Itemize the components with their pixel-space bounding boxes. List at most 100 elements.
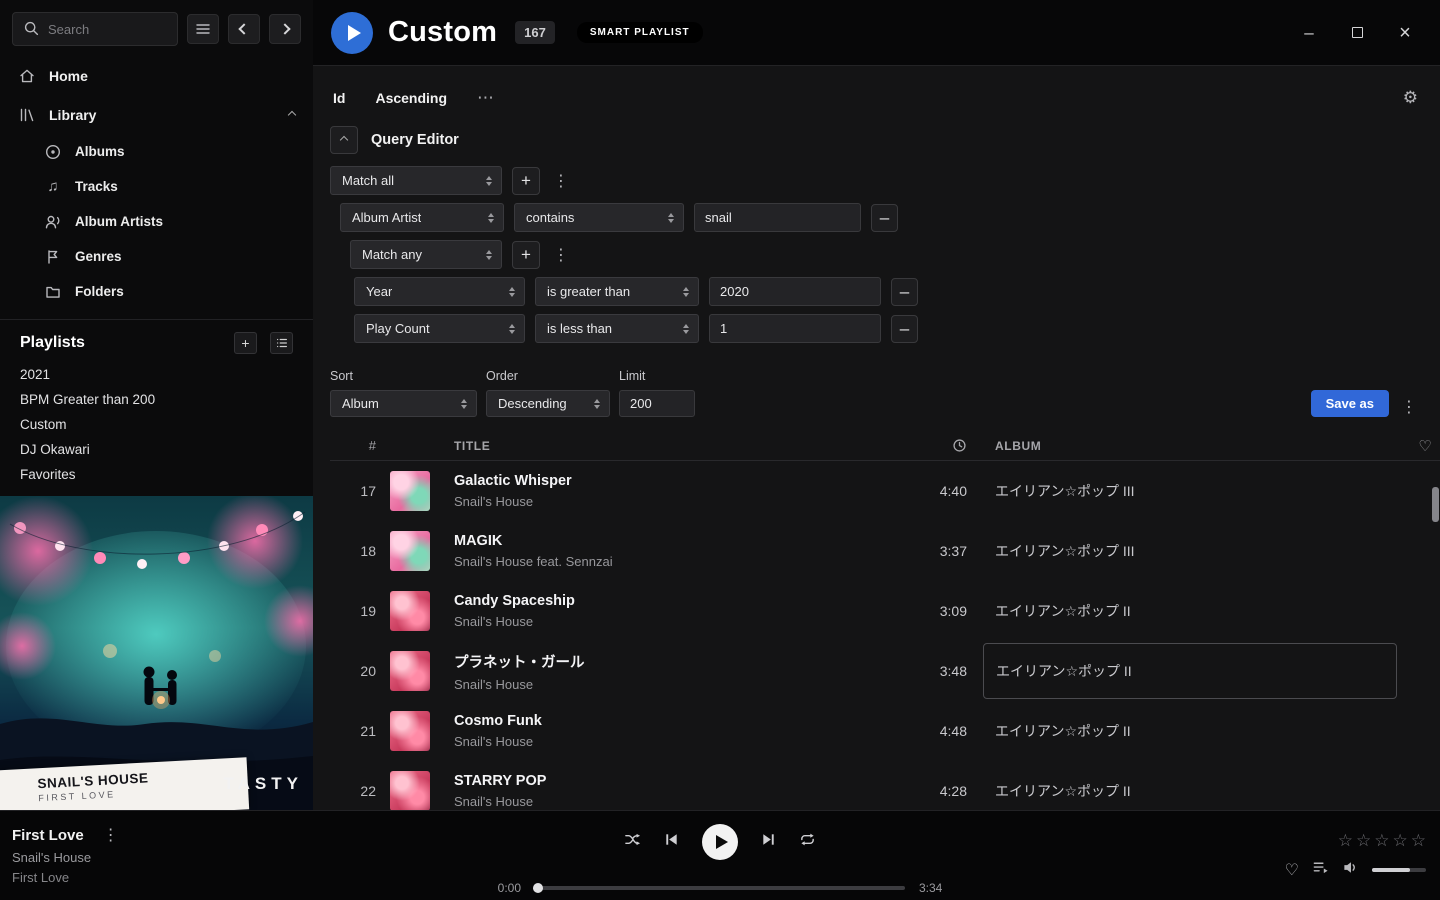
play-playlist-button[interactable] — [331, 12, 373, 54]
star-icon[interactable]: ☆ — [1374, 831, 1389, 851]
next-track-button[interactable] — [760, 831, 777, 853]
rule-value-input[interactable] — [709, 314, 881, 343]
limit-input[interactable] — [619, 390, 695, 417]
favorite-button[interactable]: ♡ — [1285, 860, 1299, 880]
queue-button[interactable] — [1312, 859, 1329, 881]
rule-field-select[interactable]: Album Artist — [340, 203, 504, 232]
seek-handle[interactable] — [533, 883, 543, 893]
playlist-item[interactable]: Custom — [0, 412, 313, 437]
maximize-button[interactable] — [1346, 24, 1368, 41]
divider — [0, 319, 313, 320]
sidebar-item-folders[interactable]: Folders — [0, 274, 313, 309]
rule-field-select[interactable]: Year — [354, 277, 525, 306]
search-input[interactable] — [48, 22, 167, 37]
heart-icon[interactable]: ♡ — [1403, 437, 1440, 455]
search-icon — [23, 20, 41, 38]
sort-direction-button[interactable]: Ascending — [375, 90, 447, 106]
back-button[interactable] — [228, 14, 260, 44]
group-menu-button[interactable]: ⋮ — [550, 245, 572, 265]
more-options-button[interactable]: ⋯ — [477, 88, 496, 108]
play-icon — [348, 25, 361, 41]
track-duration: 4:48 — [913, 723, 983, 739]
remove-rule-button[interactable]: – — [871, 204, 898, 232]
save-menu-button[interactable]: ⋮ — [1398, 397, 1420, 417]
scrollbar-thumb[interactable] — [1432, 487, 1439, 522]
forward-button[interactable] — [269, 14, 301, 44]
playlist-item[interactable]: Favorites — [0, 462, 313, 487]
playlist-list-button[interactable] — [270, 332, 293, 354]
sidebar-item-library[interactable]: Library — [0, 95, 313, 134]
seek-bar[interactable] — [535, 886, 905, 890]
playlist-item[interactable]: DJ Okawari — [0, 437, 313, 462]
play-pause-button[interactable] — [702, 824, 738, 860]
volume-button[interactable] — [1342, 859, 1359, 881]
main-content: Custom 167 SMART PLAYLIST – × Id Ascendi… — [313, 0, 1440, 810]
track-table: # TITLE ALBUM ♡ 17 Galactic Whisper Snai… — [313, 431, 1440, 821]
repeat-button[interactable] — [799, 831, 816, 853]
close-button[interactable]: × — [1394, 23, 1416, 43]
sidebar-item-album-artists[interactable]: Album Artists — [0, 204, 313, 239]
shuffle-button[interactable] — [624, 831, 641, 853]
table-row[interactable]: 20 プラネット・ガール Snail's House 3:48 エイリアン☆ポッ… — [330, 641, 1440, 701]
nav-label: Library — [49, 107, 96, 123]
playlist-item[interactable]: BPM Greater than 200 — [0, 387, 313, 412]
now-playing-menu-button[interactable]: ⋮ — [100, 825, 122, 845]
playlist-item[interactable]: 2021 — [0, 362, 313, 387]
order-select[interactable]: Descending — [486, 390, 610, 417]
volume-slider[interactable] — [1372, 868, 1426, 872]
previous-track-button[interactable] — [663, 831, 680, 853]
remove-rule-button[interactable]: – — [891, 278, 918, 306]
table-row[interactable]: 18 MAGIK Snail's House feat. Sennzai 3:3… — [330, 521, 1440, 581]
menu-button[interactable] — [187, 14, 219, 44]
now-playing-album[interactable]: First Love — [12, 870, 122, 885]
sidebar-item-home[interactable]: Home — [0, 56, 313, 95]
group-menu-button[interactable]: ⋮ — [550, 171, 572, 191]
rule-operator-select[interactable]: is less than — [535, 314, 699, 343]
star-icon[interactable]: ☆ — [1356, 831, 1371, 851]
star-icon[interactable]: ☆ — [1411, 831, 1426, 851]
track-title: MAGIK — [454, 533, 913, 549]
rule-value-input[interactable] — [709, 277, 881, 306]
column-index[interactable]: # — [330, 438, 390, 453]
add-rule-button[interactable]: + — [512, 241, 540, 269]
column-album[interactable]: ALBUM — [983, 439, 1403, 453]
track-album-focused[interactable]: エイリアン☆ポップ II — [983, 643, 1397, 699]
table-row[interactable]: 21 Cosmo Funk Snail's House 4:48 エイリアン☆ポ… — [330, 701, 1440, 761]
sort-field-button[interactable]: Id — [333, 90, 345, 106]
track-album: エイリアン☆ポップ II — [983, 601, 1403, 621]
match-mode-select[interactable]: Match any — [350, 240, 502, 269]
search-box[interactable] — [12, 12, 178, 46]
sidebar-item-genres[interactable]: Genres — [0, 239, 313, 274]
remove-rule-button[interactable]: – — [891, 315, 918, 343]
star-rating: ☆ ☆ ☆ ☆ ☆ — [1338, 831, 1426, 851]
track-duration: 3:37 — [913, 543, 983, 559]
settings-gear-icon[interactable]: ⚙ — [1403, 88, 1418, 108]
column-title[interactable]: TITLE — [442, 439, 913, 453]
now-playing-artist[interactable]: Snail's House — [12, 850, 122, 865]
rule-operator-select[interactable]: is greater than — [535, 277, 699, 306]
star-icon[interactable]: ☆ — [1338, 831, 1353, 851]
sidebar-item-tracks[interactable]: ♫ Tracks — [0, 169, 313, 204]
add-rule-button[interactable]: + — [512, 167, 540, 195]
rule-field-select[interactable]: Play Count — [354, 314, 525, 343]
collapse-icon[interactable] — [288, 110, 296, 118]
queue-icon — [1312, 859, 1329, 876]
sidebar-item-albums[interactable]: Albums — [0, 134, 313, 169]
add-playlist-button[interactable]: + — [234, 332, 257, 354]
match-mode-select[interactable]: Match all — [330, 166, 502, 195]
table-row[interactable]: 17 Galactic Whisper Snail's House 4:40 エ… — [330, 461, 1440, 521]
column-duration[interactable] — [913, 438, 983, 453]
sort-controls: Sort Album Order Descending Limit Save a… — [313, 351, 1440, 431]
rule-value-input[interactable] — [694, 203, 861, 232]
sort-select[interactable]: Album — [330, 390, 477, 417]
table-row[interactable]: 19 Candy Spaceship Snail's House 3:09 エイ… — [330, 581, 1440, 641]
collapse-query-editor-button[interactable] — [330, 126, 358, 154]
track-title: STARRY POP — [454, 773, 913, 789]
chevron-up-icon — [340, 136, 348, 144]
rule-operator-select[interactable]: contains — [514, 203, 684, 232]
app-window: Home Library Albums ♫ Tracks Album Artis… — [0, 0, 1440, 900]
minimize-button[interactable]: – — [1298, 24, 1320, 41]
save-as-button[interactable]: Save as — [1311, 390, 1389, 417]
library-icon — [18, 106, 36, 124]
star-icon[interactable]: ☆ — [1393, 831, 1408, 851]
